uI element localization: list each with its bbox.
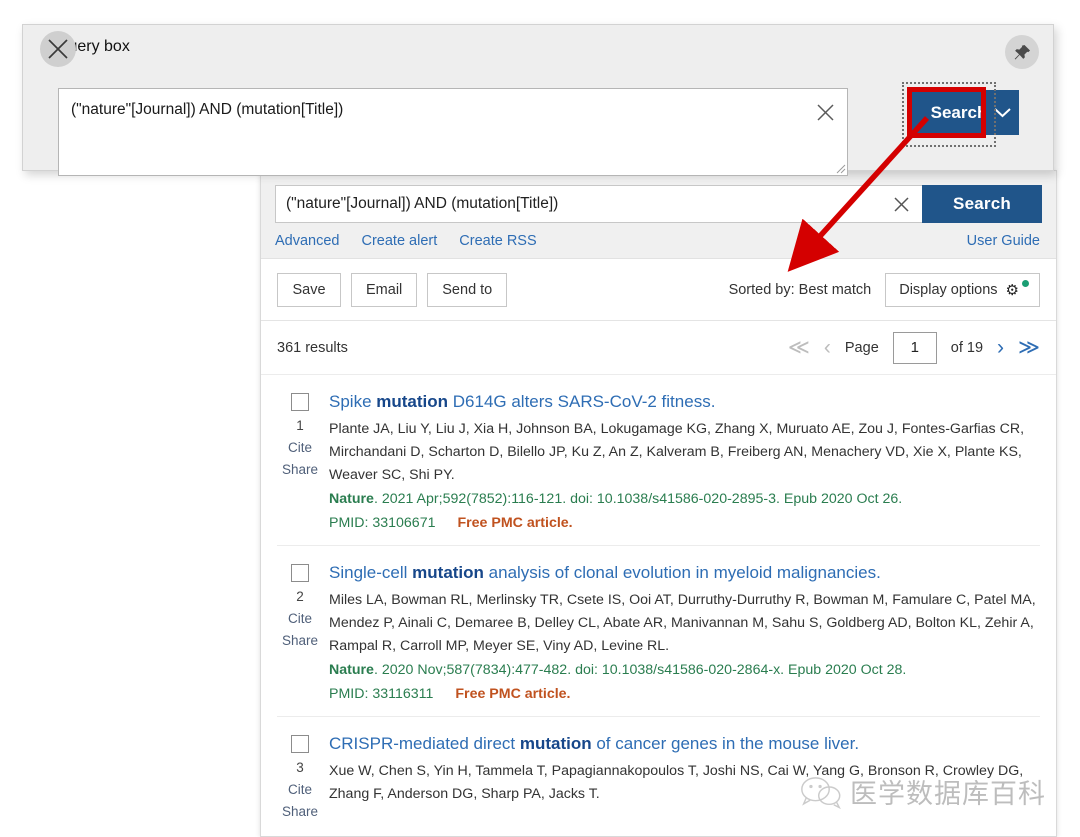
chevron-down-icon[interactable] — [985, 90, 1019, 135]
result-body: CRISPR-mediated direct mutation of cance… — [323, 733, 1040, 819]
close-x-icon[interactable] — [40, 31, 76, 67]
result-checkbox[interactable] — [291, 393, 309, 411]
result-side-actions: 2 Cite Share — [277, 562, 323, 706]
pubmed-search-input[interactable] — [286, 195, 884, 213]
advanced-link[interactable]: Advanced — [275, 233, 340, 249]
result-citation: Nature. 2021 Apr;592(7852):116-121. doi:… — [329, 491, 903, 508]
double-chevron-left-icon[interactable]: ≪ — [788, 337, 810, 358]
page-label: Page — [844, 339, 879, 356]
email-button[interactable]: Email — [351, 272, 418, 307]
page-total-label: of 19 — [950, 339, 984, 356]
result-item: 2 Cite Share Single-cell mutation analysis … — [277, 546, 1040, 718]
cite-link[interactable]: Cite — [288, 611, 312, 626]
result-body: Spike mutation D614G alters SARS-CoV-2 f… — [323, 391, 1040, 535]
user-guide-link[interactable]: User Guide — [967, 233, 1040, 249]
page-number-input[interactable] — [892, 331, 937, 364]
result-authors: Miles LA, Bowman RL, Merlinsky TR, Csete… — [329, 592, 1036, 655]
free-pmc-badge[interactable]: Free PMC article. — [455, 686, 570, 702]
result-side-actions: 3 Cite Share — [277, 733, 323, 819]
pubmed-search-links: Advanced Create alert Create RSS User Gu… — [275, 230, 1042, 252]
pubmed-search-input-wrapper[interactable] — [275, 185, 922, 223]
display-options-label: Display options — [899, 281, 998, 298]
results-count: 361 results — [277, 339, 348, 356]
result-pmid: PMID: 33116311 — [329, 686, 434, 703]
send-to-button[interactable]: Send to — [427, 272, 508, 307]
result-checkbox[interactable] — [291, 735, 309, 754]
create-rss-link[interactable]: Create RSS — [459, 233, 536, 249]
free-pmc-badge[interactable]: Free PMC article. — [457, 515, 572, 531]
cite-link[interactable]: Cite — [288, 782, 312, 797]
result-meta: PMID: 33116311 Free PMC article. — [329, 683, 1040, 706]
create-alert-link[interactable]: Create alert — [362, 233, 438, 249]
query-box-panel: Query box ("nature"[Journal]) AND (mutat… — [22, 24, 1054, 176]
result-number: 1 — [296, 418, 304, 433]
result-title-link[interactable]: Single-cell mutation analysis of clonal … — [329, 562, 1040, 584]
sorted-by-label: Sorted by: Best match — [728, 281, 872, 298]
share-link[interactable]: Share — [282, 804, 318, 819]
clear-x-icon[interactable] — [884, 186, 918, 222]
result-title-link[interactable]: CRISPR-mediated direct mutation of cance… — [329, 733, 1040, 755]
result-item: 3 Cite Share CRISPR-mediated direct mutatio… — [277, 717, 1040, 829]
chevron-right-icon[interactable]: › — [997, 337, 1004, 358]
result-authors: Plante JA, Liu Y, Liu J, Xia H, Johnson … — [329, 421, 1025, 484]
pubmed-search-zone: Search Advanced Create alert Create RSS … — [261, 171, 1056, 259]
pagination: ≪ ‹ Page of 19 › ≫ — [788, 331, 1040, 364]
result-number: 2 — [296, 589, 304, 605]
result-pmid: PMID: 33106671 — [329, 515, 436, 532]
display-options-button[interactable]: Display options ⚙ — [885, 272, 1040, 307]
result-checkbox[interactable] — [291, 564, 309, 583]
gear-icon: ⚙ — [1005, 281, 1019, 299]
share-link[interactable]: Share — [282, 633, 318, 648]
result-title-link[interactable]: Spike mutation D614G alters SARS-CoV-2 f… — [329, 391, 1040, 413]
cite-link[interactable]: Cite — [288, 440, 312, 455]
query-textarea[interactable]: ("nature"[Journal]) AND (mutation[Title]… — [58, 88, 848, 176]
query-clear-x-icon[interactable] — [807, 97, 843, 127]
result-body: Single-cell mutation analysis of clonal … — [323, 562, 1040, 706]
double-chevron-right-icon[interactable]: ≫ — [1018, 337, 1040, 358]
pubmed-search-button[interactable]: Search — [922, 185, 1042, 223]
result-meta: PMID: 33106671 Free PMC article. — [329, 512, 1040, 535]
chevron-left-icon[interactable]: ‹ — [824, 337, 831, 358]
save-button[interactable]: Save — [277, 272, 341, 307]
result-item: 1 Cite Share Spike mutation D614G alters SA… — [277, 375, 1040, 547]
result-side-actions: 1 Cite Share — [277, 391, 323, 535]
results-list: 1 Cite Share Spike mutation D614G alters SA… — [261, 375, 1056, 829]
status-badge — [1022, 279, 1029, 287]
pubmed-search-row: Search — [275, 185, 1042, 223]
result-citation: Nature. 2020 Nov;587(7834):477-482. doi:… — [329, 662, 907, 679]
screenshot-root: Search Advanced Create alert Create RSS … — [0, 0, 1080, 837]
result-number: 3 — [296, 760, 304, 776]
results-header: 361 results ≪ ‹ Page of 19 › ≫ — [261, 321, 1056, 375]
results-toolbar: Save Email Send to Sorted by: Best match… — [261, 259, 1056, 321]
query-textarea-wrapper: ("nature"[Journal]) AND (mutation[Title]… — [58, 88, 848, 176]
pushpin-icon[interactable] — [1005, 35, 1039, 69]
result-authors: Xue W, Chen S, Yin H, Tammela T, Papagia… — [329, 763, 1024, 803]
share-link[interactable]: Share — [282, 462, 318, 477]
pubmed-page: Search Advanced Create alert Create RSS … — [260, 170, 1057, 837]
